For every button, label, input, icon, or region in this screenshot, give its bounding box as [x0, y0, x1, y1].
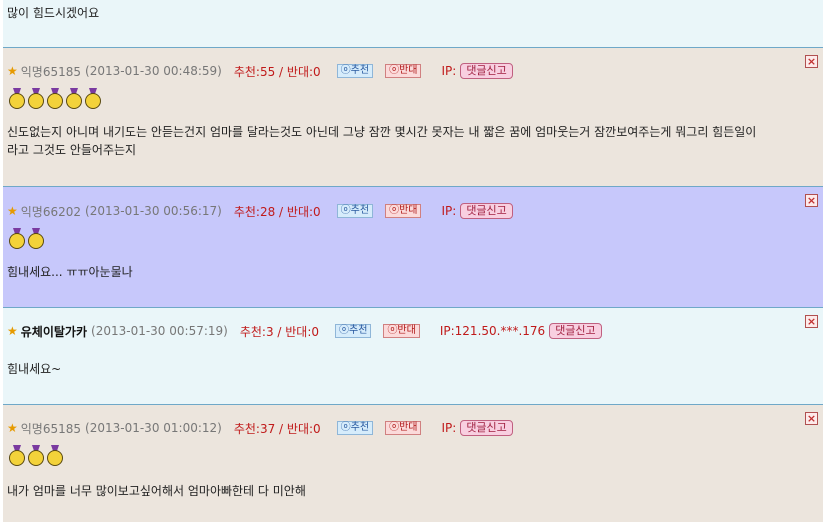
medal-icons	[8, 88, 103, 112]
comment-text: 신도없는지 아니며 내기도는 안듣는건지 엄마를 달라는것도 아닌데 그냥 잠깐…	[7, 123, 756, 159]
vote-count: 추천:3 / 반대:0	[239, 324, 320, 339]
comment-text: 많이 힘드시겠어요	[7, 6, 100, 20]
comment-list: 많이 힘드시겠어요 ★ 익명65185 (2013-01-30 00:48:59…	[0, 0, 825, 522]
medal-icon	[8, 88, 26, 110]
close-icon[interactable]: ×	[805, 412, 818, 425]
comment-date: (2013-01-30 00:57:19)	[91, 324, 228, 338]
oppose-button[interactable]: ⓞ반대	[385, 204, 422, 218]
comment-date: (2013-01-30 01:00:12)	[85, 421, 222, 435]
star-icon: ★	[7, 204, 18, 218]
comment-item: ★ 익명65185 (2013-01-30 00:48:59) 추천:55 / …	[3, 48, 823, 186]
comment-date: (2013-01-30 00:48:59)	[85, 64, 222, 78]
comment-item: ★ 익명65185 (2013-01-30 01:00:12) 추천:37 / …	[3, 405, 823, 522]
medal-icon	[27, 88, 45, 110]
star-icon: ★	[7, 421, 18, 435]
comment-author[interactable]: 유체이탈가카	[21, 323, 87, 340]
star-icon: ★	[7, 324, 18, 338]
comment-top: 많이 힘드시겠어요	[3, 0, 823, 47]
medal-icon	[8, 445, 26, 467]
report-comment-button[interactable]: 댓글신고	[460, 420, 513, 436]
ip-address: IP:	[441, 204, 457, 218]
medal-icon	[65, 88, 83, 110]
comment-text: 힘내세요~	[7, 360, 61, 378]
vote-count: 추천:28 / 반대:0	[233, 204, 321, 219]
report-comment-button[interactable]: 댓글신고	[549, 323, 602, 339]
comment-line: 라고 그것도 안들어주는지	[7, 143, 137, 157]
comment-line: 내가 엄마를 너무 많이보고싶어해서 엄마아빠한테 다 미안해	[7, 484, 306, 498]
report-comment-button[interactable]: 댓글신고	[460, 203, 513, 219]
vote-count: 추천:37 / 반대:0	[233, 421, 321, 436]
recommend-button[interactable]: ⓞ추천	[336, 204, 374, 218]
oppose-button[interactable]: ⓞ반대	[383, 324, 420, 338]
comment-item: ★ 유체이탈가카 (2013-01-30 00:57:19) 추천:3 / 반대…	[3, 308, 823, 404]
close-icon[interactable]: ×	[805, 55, 818, 68]
medal-icon	[27, 445, 45, 467]
medal-icons	[8, 445, 65, 469]
medal-icons	[8, 228, 46, 252]
comment-author[interactable]: 익명65185	[21, 420, 81, 437]
oppose-button[interactable]: ⓞ반대	[385, 64, 422, 78]
comment-author[interactable]: 익명65185	[21, 63, 81, 80]
comment-item: ★ 익명66202 (2013-01-30 00:56:17) 추천:28 / …	[3, 187, 823, 307]
ip-address: IP:	[441, 64, 457, 78]
oppose-button[interactable]: ⓞ반대	[385, 421, 422, 435]
comment-text: 힘내세요... ㅠㅠ아눈물나	[7, 263, 133, 281]
comment-date: (2013-01-30 00:56:17)	[85, 204, 222, 218]
comment-line: 신도없는지 아니며 내기도는 안듣는건지 엄마를 달라는것도 아닌데 그냥 잠깐…	[7, 125, 757, 139]
medal-icon	[46, 88, 64, 110]
vote-count: 추천:55 / 반대:0	[233, 64, 321, 79]
report-comment-button[interactable]: 댓글신고	[460, 63, 513, 79]
ip-address: IP:121.50.***.176	[439, 324, 546, 338]
medal-icon	[8, 228, 26, 250]
close-icon[interactable]: ×	[805, 315, 818, 328]
comment-line: 힘내세요... ㅠㅠ아눈물나	[7, 265, 133, 279]
star-icon: ★	[7, 64, 18, 78]
ip-address: IP:	[441, 421, 457, 435]
comment-line: 힘내세요~	[7, 362, 62, 376]
comment-text: 내가 엄마를 너무 많이보고싶어해서 엄마아빠한테 다 미안해	[7, 482, 306, 500]
medal-icon	[46, 445, 64, 467]
recommend-button[interactable]: ⓞ추천	[336, 421, 374, 435]
medal-icon	[27, 228, 45, 250]
medal-icon	[84, 88, 102, 110]
comment-author[interactable]: 익명66202	[21, 203, 81, 220]
recommend-button[interactable]: ⓞ추천	[336, 64, 374, 78]
recommend-button[interactable]: ⓞ추천	[335, 324, 372, 338]
close-icon[interactable]: ×	[805, 194, 818, 207]
